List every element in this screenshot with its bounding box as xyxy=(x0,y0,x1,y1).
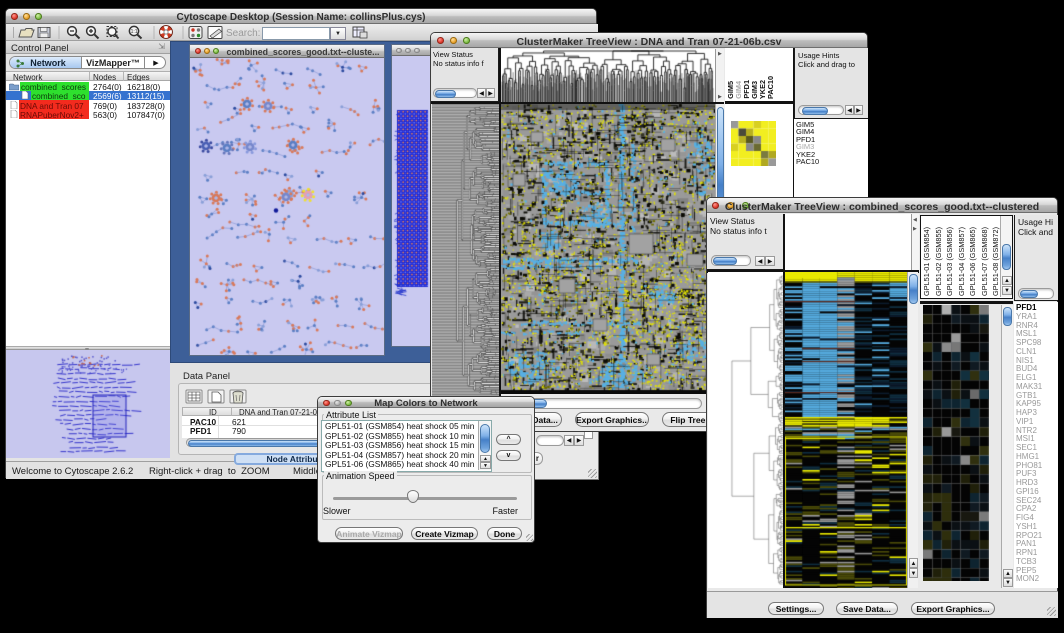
svg-text:1:1: 1:1 xyxy=(131,29,138,35)
